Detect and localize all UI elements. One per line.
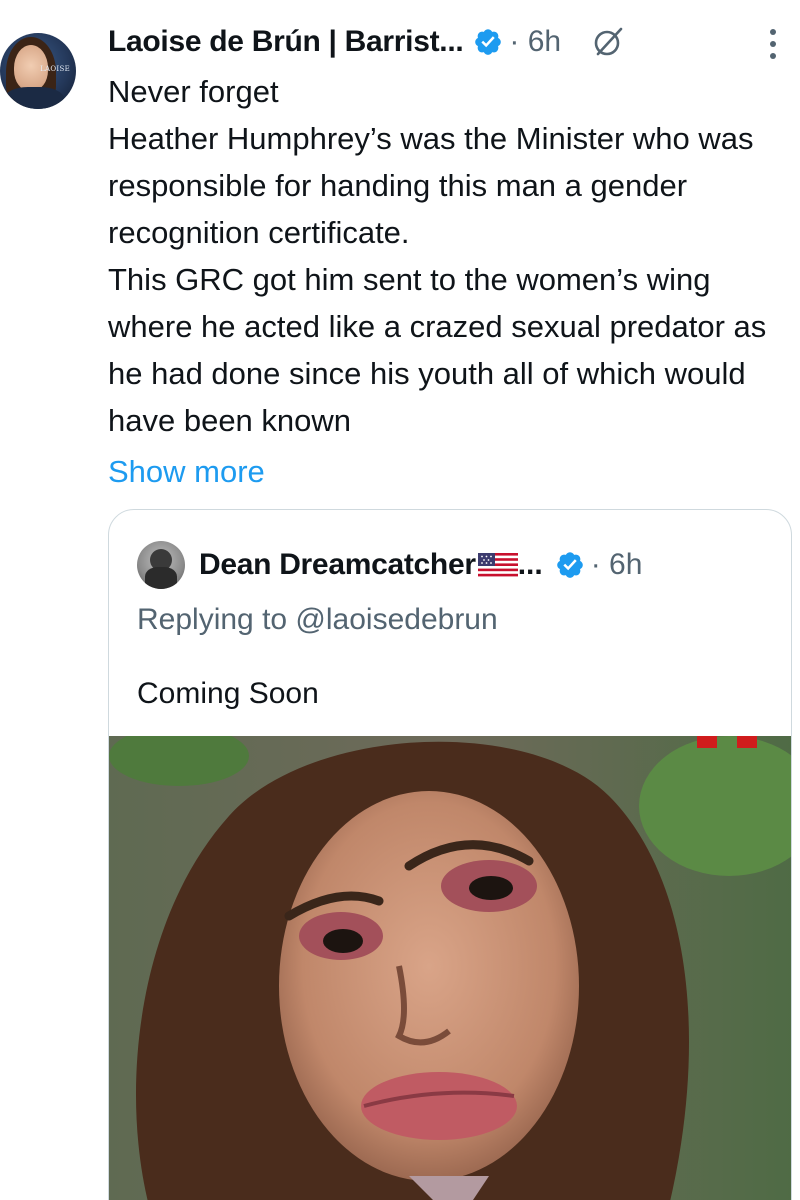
quoted-tweet-card[interactable]: Dean Dreamcatcher ... · 6h Replying to @… — [108, 509, 792, 1200]
tweet[interactable]: LAOISE Laoise de Brún | Barrist... · 6h … — [0, 0, 800, 1200]
quoted-avatar-body — [145, 567, 177, 589]
quoted-verified-check-icon[interactable] — [555, 550, 585, 580]
tweet-text: Never forget Heather Humphrey’s was the … — [108, 74, 767, 438]
quoted-author-avatar[interactable] — [137, 541, 185, 589]
show-more-link[interactable]: Show more — [108, 448, 265, 495]
quoted-name-ellipsis: ... — [517, 548, 543, 581]
quoted-author-name[interactable]: Dean Dreamcatcher — [199, 548, 476, 582]
grok-icon[interactable] — [591, 25, 625, 59]
avatar-logo-text: LAOISE — [40, 65, 70, 73]
author-avatar[interactable]: LAOISE — [0, 33, 76, 109]
tweet-header: Laoise de Brún | Barrist... · 6h — [108, 20, 800, 64]
more-vertical-icon[interactable] — [768, 26, 778, 62]
avatar-shoulders — [4, 87, 64, 109]
author-name[interactable]: Laoise de Brún | Barrist... — [108, 25, 464, 59]
quoted-tweet-header: Dean Dreamcatcher ... · 6h — [137, 540, 642, 590]
quoted-tweet-text: Coming Soon — [137, 677, 319, 710]
tweet-time[interactable]: · 6h — [509, 25, 561, 59]
us-flag-icon — [477, 553, 518, 577]
replying-to-text[interactable]: Replying to @laoisedebrun — [137, 598, 498, 642]
quoted-tweet-media-image[interactable] — [109, 736, 791, 1200]
verified-check-icon[interactable] — [473, 27, 503, 57]
quoted-tweet-time[interactable]: · 6h — [591, 548, 643, 582]
